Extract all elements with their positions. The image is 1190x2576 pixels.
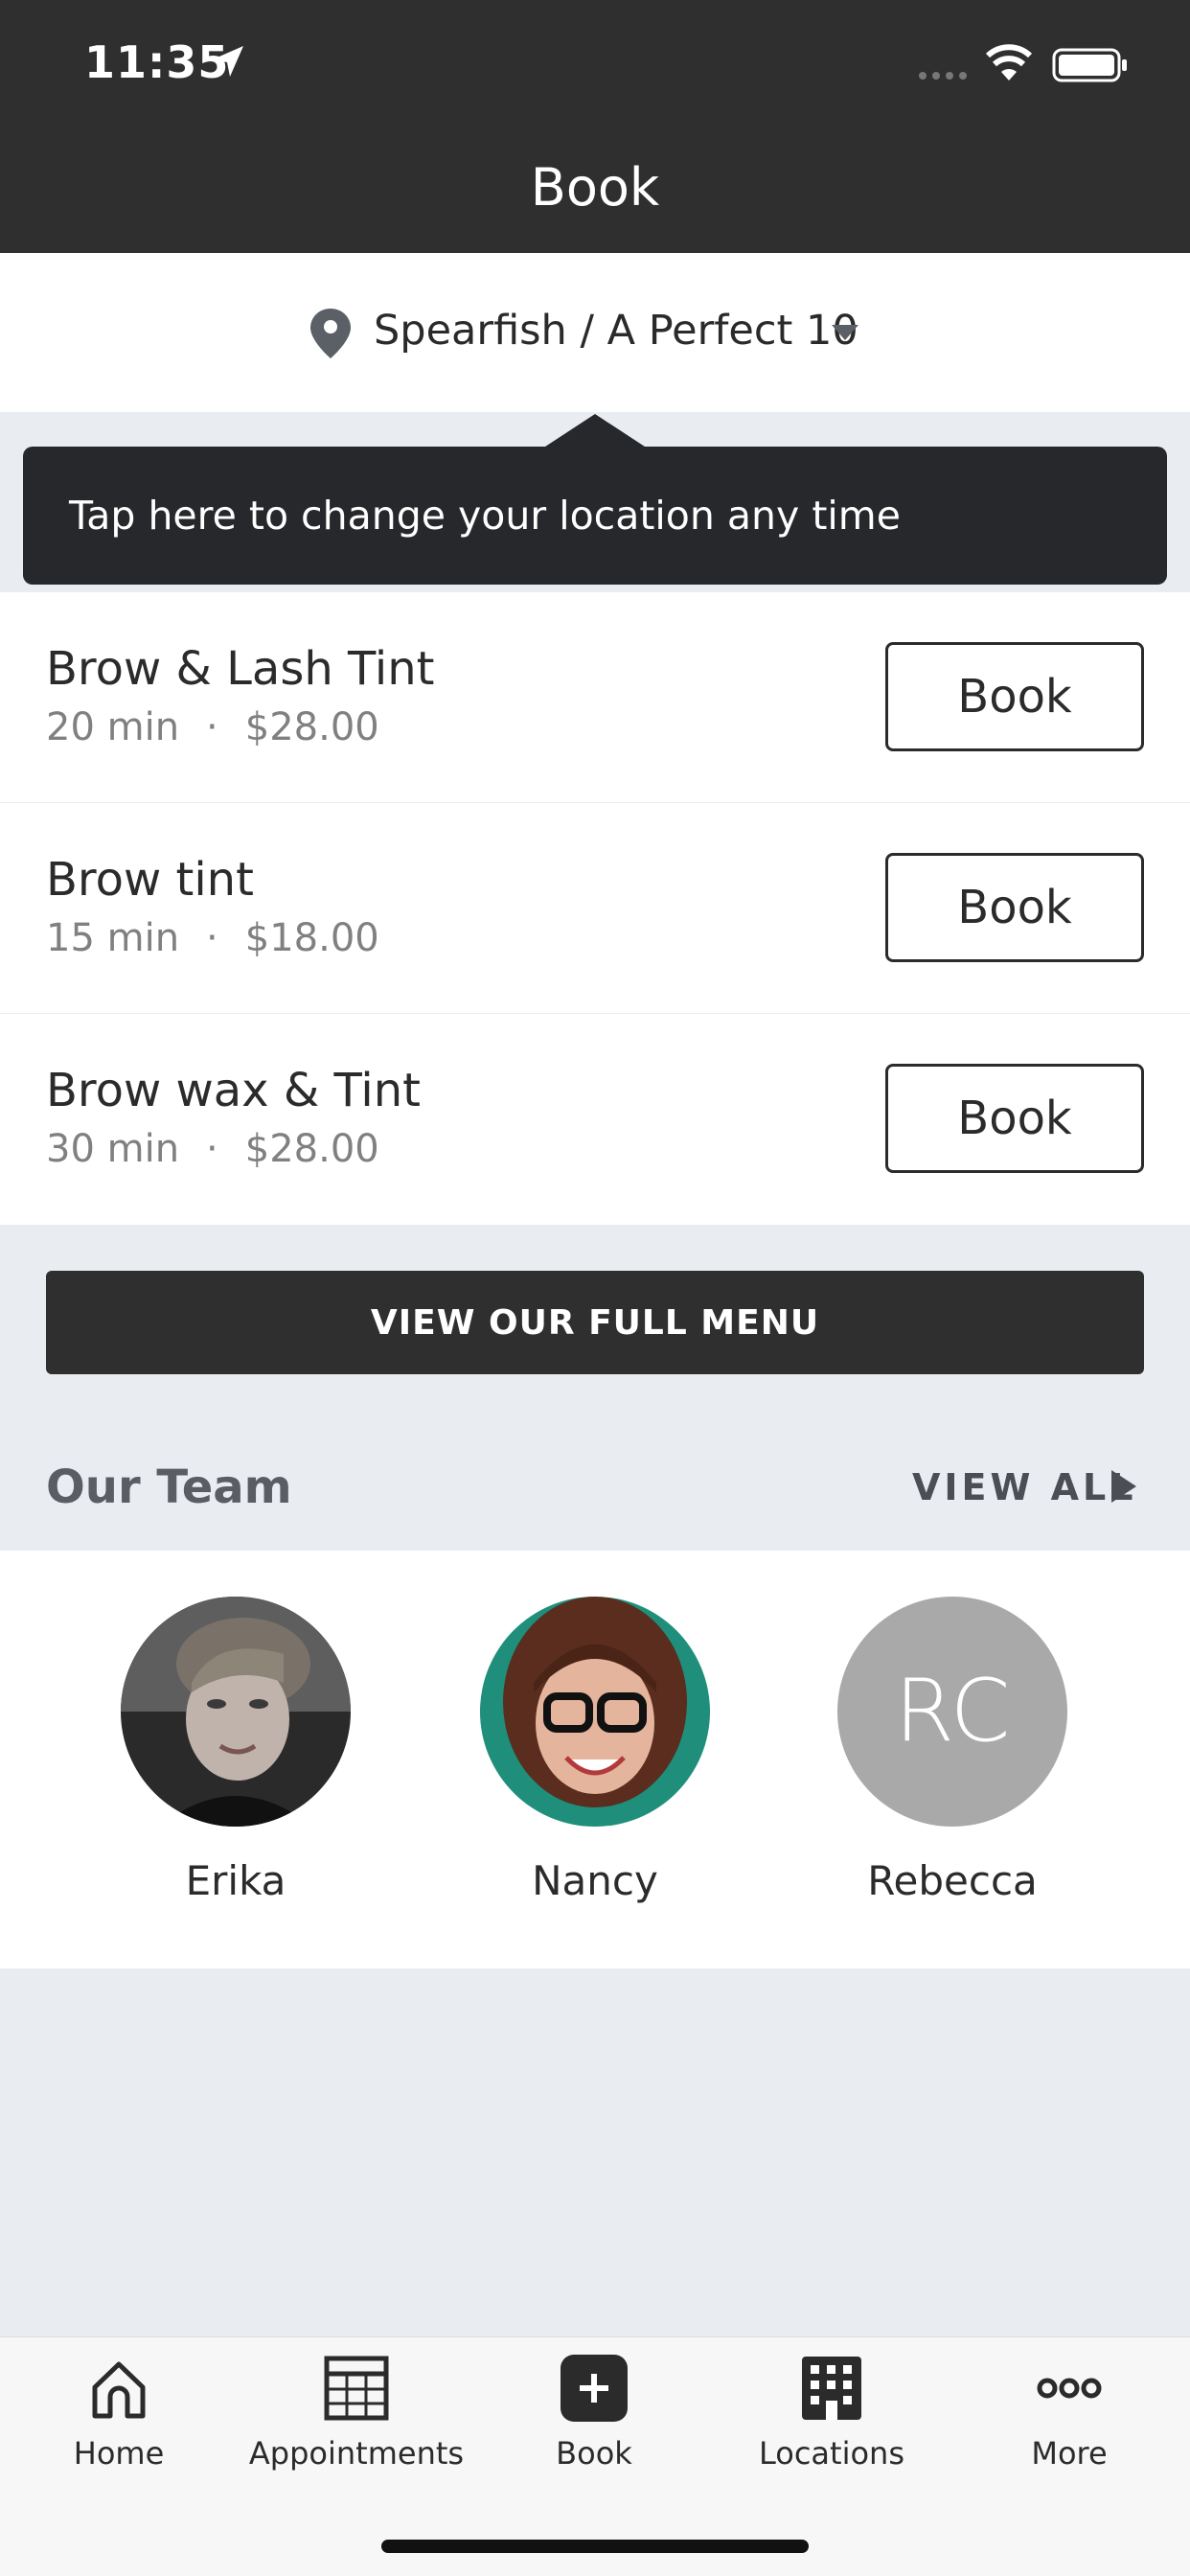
- book-button[interactable]: Book: [885, 1064, 1144, 1173]
- service-name: Brow wax & Tint: [46, 1064, 421, 1117]
- tab-label: Appointments: [248, 2435, 465, 2472]
- meta-separator: ·: [206, 705, 218, 749]
- services-list: Brow & Lash Tint 20 min · $28.00 Book Brow…: [0, 592, 1190, 1225]
- plus-square-icon: [561, 2355, 628, 2422]
- service-row: Brow & Lash Tint 20 min · $28.00 Book: [0, 592, 1190, 803]
- book-button[interactable]: Book: [885, 853, 1144, 962]
- battery-icon: [1052, 48, 1127, 82]
- nav-bar: Book: [0, 125, 1190, 253]
- tab-more[interactable]: More: [950, 2355, 1188, 2498]
- status-bar: 11:35: [0, 0, 1190, 125]
- service-row: Brow wax & Tint 30 min · $28.00 Book: [0, 1014, 1190, 1225]
- tab-home[interactable]: Home: [0, 2355, 238, 2498]
- tab-label: Book: [556, 2435, 632, 2472]
- service-duration: 15 min: [46, 916, 180, 960]
- location-arrow-icon: [213, 46, 243, 77]
- team-list: Erika Nancy RC Rebecca: [0, 1551, 1190, 1968]
- view-all-link[interactable]: VIEW ALL: [912, 1466, 1137, 1508]
- building-icon: [802, 2357, 861, 2420]
- service-meta: 20 min · $28.00: [46, 705, 379, 749]
- play-arrow-icon[interactable]: [1111, 1470, 1136, 1503]
- more-dots-icon: [1037, 2378, 1102, 2399]
- service-meta: 30 min · $28.00: [46, 1127, 379, 1171]
- wifi-icon: [985, 44, 1033, 80]
- service-duration: 20 min: [46, 705, 180, 749]
- team-member[interactable]: Erika: [92, 1597, 379, 1922]
- meta-separator: ·: [206, 916, 218, 960]
- home-indicator[interactable]: [381, 2540, 809, 2553]
- home-icon: [92, 2361, 146, 2419]
- tooltip-arrow: [542, 414, 648, 448]
- team-member[interactable]: RC Rebecca: [809, 1597, 1096, 1922]
- book-button[interactable]: Book: [885, 642, 1144, 751]
- avatar: [121, 1597, 351, 1827]
- cellular-signal-icon: [919, 72, 967, 80]
- tab-book[interactable]: Book: [475, 2355, 713, 2498]
- meta-separator: ·: [206, 1127, 218, 1171]
- location-selector[interactable]: Spearfish / A Perfect 10: [0, 253, 1190, 412]
- tab-label: Locations: [758, 2435, 904, 2472]
- location-tooltip[interactable]: Tap here to change your location any tim…: [23, 447, 1167, 585]
- tab-locations[interactable]: Locations: [713, 2355, 950, 2498]
- service-name: Brow & Lash Tint: [46, 642, 435, 696]
- location-label: Spearfish / A Perfect 10: [374, 307, 858, 355]
- team-member-name: Erika: [185, 1857, 286, 1904]
- status-time: 11:35: [84, 36, 230, 88]
- map-pin-icon: [310, 309, 351, 358]
- team-section-title: Our Team: [46, 1460, 292, 1514]
- service-duration: 30 min: [46, 1127, 180, 1171]
- service-price: $28.00: [244, 1127, 379, 1171]
- service-row: Brow tint 15 min · $18.00 Book: [0, 803, 1190, 1014]
- service-price: $28.00: [244, 705, 379, 749]
- tooltip-text: Tap here to change your location any tim…: [69, 493, 901, 539]
- tab-label: More: [1031, 2435, 1108, 2472]
- tab-label: Home: [73, 2435, 165, 2472]
- service-price: $18.00: [244, 916, 379, 960]
- service-meta: 15 min · $18.00: [46, 916, 379, 960]
- initials-avatar: RC: [837, 1597, 1067, 1827]
- service-name: Brow tint: [46, 853, 254, 907]
- tab-appointments[interactable]: Appointments: [238, 2355, 475, 2498]
- view-full-menu-button[interactable]: VIEW OUR FULL MENU: [46, 1271, 1144, 1374]
- team-member[interactable]: Nancy: [451, 1597, 739, 1922]
- avatar: [480, 1597, 710, 1827]
- team-member-name: Rebecca: [867, 1857, 1038, 1904]
- calendar-grid-icon: [324, 2356, 389, 2421]
- team-member-name: Nancy: [532, 1857, 658, 1904]
- page-title: Book: [530, 157, 660, 218]
- chevron-down-icon: [832, 325, 858, 340]
